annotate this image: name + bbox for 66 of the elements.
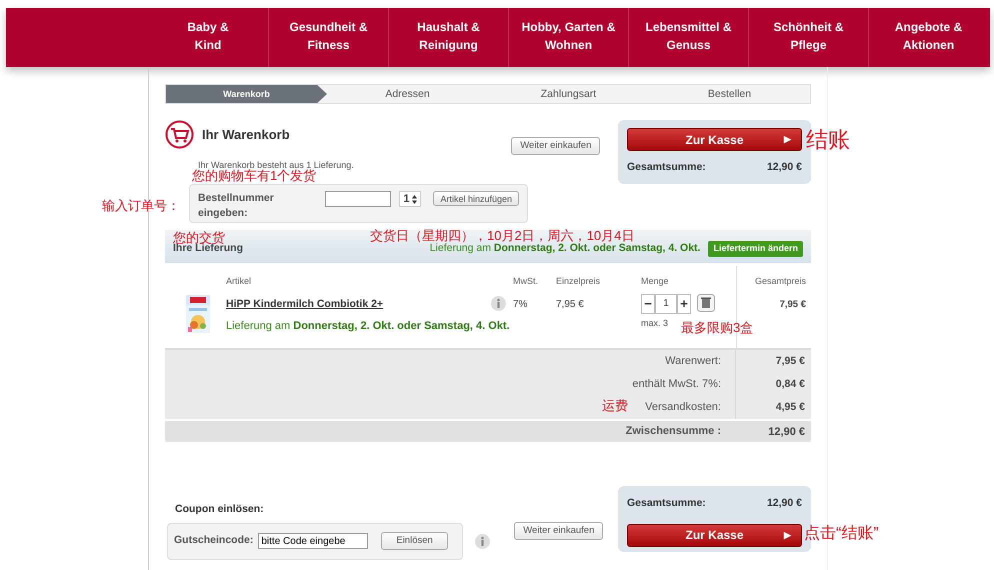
annotation: 您的购物车有1个发货 [192, 169, 316, 182]
coupon-title: Coupon einlösen: [175, 502, 265, 517]
column-header: Menge [641, 276, 669, 286]
checkout-button[interactable]: Zur Kasse ▶ [627, 524, 802, 547]
info-icon[interactable] [491, 296, 506, 311]
coupon-label: Gutscheincode: [174, 533, 254, 548]
summary-value: 7,95 € [735, 350, 811, 373]
continue-shopping-button[interactable]: Weiter einkaufen [511, 137, 600, 156]
column-header: Artikel [226, 276, 252, 286]
annotation: 您的交货 [173, 231, 225, 244]
row-total: 7,95 € [780, 299, 806, 310]
annotation: 最多限购3盒 [681, 321, 754, 334]
quantity-field[interactable]: 1 [655, 294, 677, 314]
checkout-step[interactable]: Bestellen [649, 85, 810, 103]
nav-link-item[interactable]: Schönheit & Pflege [748, 8, 868, 67]
nav-link-item[interactable]: Hobby, Garten & Wohnen [508, 8, 628, 67]
increase-button[interactable]: + [677, 294, 691, 314]
annotation: 点击“结账” [804, 526, 879, 542]
checkout-step[interactable]: Adressen [327, 85, 488, 103]
quantity-spinner[interactable]: 1 [399, 191, 422, 207]
summary-label: Versandkosten: [645, 400, 721, 416]
nav-link-item[interactable]: Gesundheit & Fitness [268, 8, 388, 67]
redeem-button[interactable]: Einlösen [381, 532, 448, 550]
coupon-field[interactable]: bitte Code eingebe [258, 533, 368, 550]
nav-link-item[interactable]: Haushalt & Reinigung [388, 8, 508, 67]
column-header: Gesamtpreis [754, 276, 806, 286]
annotation: 结账 [806, 129, 850, 151]
cart-icon [165, 120, 194, 149]
total-value: 12,90 € [766, 160, 802, 175]
unit-price: 7,95 € [556, 299, 584, 310]
checkout-button[interactable]: Zur Kasse ▶ [627, 128, 802, 151]
checkout-step[interactable]: Zahlungsart [488, 85, 649, 103]
total-label: Gesamtsumme: [627, 160, 706, 175]
subtotal-label: Zwischensumme : [626, 424, 721, 440]
cart-subtitle: Ihr Warenkorb besteht aus 1 Lieferung. [198, 159, 355, 170]
summary-label: Warenwert: [665, 354, 721, 370]
annotation: 交货日（星期四），10月2日，周六，10月4日 [370, 229, 634, 242]
add-article-button[interactable]: Artikel hinzufügen [433, 191, 519, 206]
product-link[interactable]: HiPP Kindermilch Combiotik 2+ [226, 298, 384, 310]
continue-shopping-button[interactable]: Weiter einkaufen [514, 522, 604, 540]
summary-label: enthält MwSt. 7%: [632, 377, 721, 392]
total-label: Gesamtsumme: [627, 496, 706, 511]
nav-link-item[interactable]: Angebote & Aktionen [868, 8, 988, 67]
item-delivery-date: Lieferung am Donnerstag, 2. Okt. oder Samstag, 4. Okt. [226, 320, 510, 332]
change-delivery-date-button[interactable]: Liefertermin ändern [708, 241, 803, 257]
nav-link-item[interactable]: Lebensmittel & Genuss [628, 8, 748, 67]
nav-link-item[interactable]: Baby & Kind [148, 8, 268, 67]
vat-rate: 7% [513, 299, 528, 310]
decrease-button[interactable]: − [641, 294, 655, 314]
subtotal-value: 12,90 € [767, 425, 806, 440]
checkout-step[interactable]: Warenkorb [166, 85, 327, 103]
delivery-date: Lieferung am Donnerstag, 2. Okt. oder Samstag, 4. Okt. [430, 242, 700, 256]
trash-icon[interactable] [697, 294, 715, 312]
order-number-label: Bestellnummer eingeben: [198, 191, 275, 216]
total-value: 12,90 € [766, 496, 802, 511]
cart-title: Ihr Warenkorb [202, 126, 290, 144]
annotation: 输入订单号： [102, 199, 180, 212]
order-number-field[interactable] [325, 191, 392, 207]
column-header: MwSt. [513, 276, 538, 286]
annotation: 运费 [602, 399, 628, 412]
spinner-arrows-icon[interactable] [412, 194, 418, 204]
summary-value: 0,84 € [735, 373, 811, 396]
delivery-title: Ihre Lieferung [173, 242, 244, 256]
info-icon[interactable] [475, 534, 490, 549]
column-header: Einzelpreis [556, 276, 600, 286]
max-quantity-note: max. 3 [641, 317, 668, 330]
